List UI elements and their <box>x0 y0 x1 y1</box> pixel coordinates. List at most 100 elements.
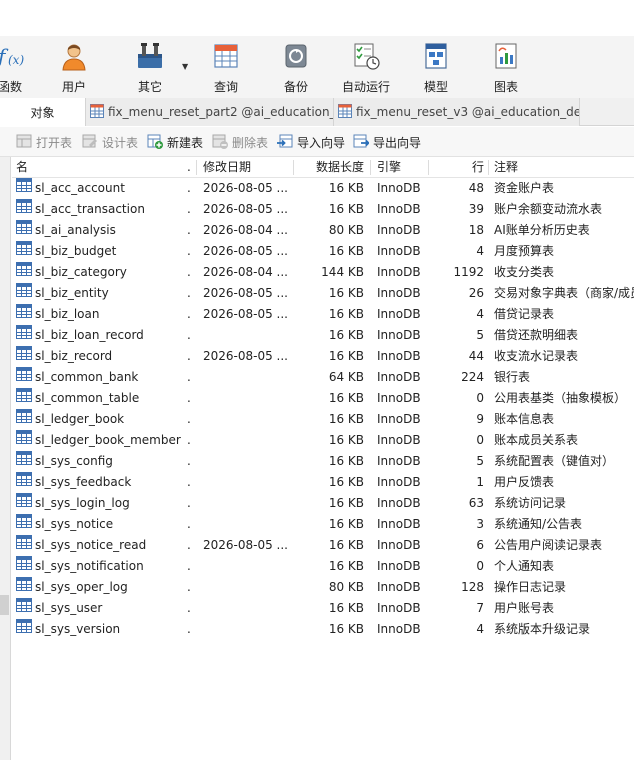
table-modified-cell <box>203 451 293 472</box>
table-row[interactable]: sl_sys_config . 16 KB InnoDB 5 系统配置表（键值对… <box>12 451 634 472</box>
table-rows-cell: 0 <box>476 559 484 573</box>
table-name: sl_common_bank <box>35 370 139 384</box>
table-row[interactable]: sl_biz_budget . 2026-08-05 ... 16 KB Inn… <box>12 241 634 262</box>
automation-button[interactable]: 自动运行 <box>336 40 396 96</box>
table-engine-cell: InnoDB <box>377 202 421 216</box>
export-wizard-button[interactable]: 导出向导 <box>353 133 421 151</box>
table-name: sl_acc_account <box>35 181 125 195</box>
table-row[interactable]: sl_sys_version . 16 KB InnoDB 4 系统版本升级记录 <box>12 619 634 640</box>
tab-query-v3[interactable]: fix_menu_reset_v3 @ai_education_de... <box>334 98 580 126</box>
table-name: sl_sys_notification <box>35 559 144 573</box>
export-icon <box>353 133 370 152</box>
table-name-cell: sl_biz_entity <box>16 283 188 304</box>
column-header-comment[interactable]: 注释 <box>494 157 518 178</box>
column-header-name[interactable]: 名 <box>16 157 28 178</box>
function-icon: f(x) <box>0 40 26 72</box>
backup-label: 备份 <box>283 80 308 94</box>
tab-objects-label: 对象 <box>30 105 55 120</box>
model-icon <box>420 40 452 72</box>
table-row[interactable]: sl_sys_notification . 16 KB InnoDB 0 个人通… <box>12 556 634 577</box>
table-dot-cell: . <box>187 349 191 363</box>
other-button[interactable]: 其它 <box>124 40 176 96</box>
table-dot-cell: . <box>187 496 191 510</box>
left-panel-splitter[interactable] <box>0 157 11 760</box>
table-row[interactable]: sl_acc_account . 2026-08-05 ... 16 KB In… <box>12 178 634 199</box>
table-comment-cell: 收支流水记录表 <box>494 349 579 363</box>
table-size-cell: 16 KB <box>328 601 364 615</box>
table-comment-cell: 收支分类表 <box>494 265 555 279</box>
backup-button[interactable]: 备份 <box>270 40 322 96</box>
table-icon <box>16 178 32 199</box>
tab-query-part2[interactable]: fix_menu_reset_part2 @ai_education_... <box>86 98 334 126</box>
table-icon <box>16 430 32 451</box>
table-row[interactable]: sl_ledger_book . 16 KB InnoDB 9 账本信息表 <box>12 409 634 430</box>
table-comment-cell: 操作日志记录 <box>494 580 567 594</box>
table-dot-cell: . <box>187 265 191 279</box>
table-size-cell: 80 KB <box>328 580 364 594</box>
table-modified-cell <box>203 367 293 388</box>
table-row[interactable]: sl_sys_feedback . 16 KB InnoDB 1 用户反馈表 <box>12 472 634 493</box>
table-row[interactable]: sl_biz_loan_record . 16 KB InnoDB 5 借贷还款… <box>12 325 634 346</box>
table-engine-cell: InnoDB <box>377 265 421 279</box>
import-wizard-button[interactable]: 导入向导 <box>277 133 345 151</box>
table-row[interactable]: sl_biz_entity . 2026-08-05 ... 16 KB Inn… <box>12 283 634 304</box>
table-row[interactable]: sl_sys_login_log . 16 KB InnoDB 63 系统访问记… <box>12 493 634 514</box>
table-modified-cell: 2026-08-04 ... <box>203 223 288 237</box>
table-row[interactable]: sl_ai_analysis . 2026-08-04 ... 80 KB In… <box>12 220 634 241</box>
table-row[interactable]: sl_biz_record . 2026-08-05 ... 16 KB Inn… <box>12 346 634 367</box>
table-name: sl_ledger_book <box>35 412 125 426</box>
table-row[interactable]: sl_sys_notice . 16 KB InnoDB 3 系统通知/公告表 <box>12 514 634 535</box>
table-size-cell: 16 KB <box>328 412 364 426</box>
table-icon <box>16 514 32 535</box>
table-row[interactable]: sl_common_table . 16 KB InnoDB 0 公用表基类（抽… <box>12 388 634 409</box>
table-row[interactable]: sl_acc_transaction . 2026-08-05 ... 16 K… <box>12 199 634 220</box>
import-wizard-label: 导入向导 <box>297 135 346 150</box>
open-table-button[interactable]: 打开表 <box>16 133 72 151</box>
table-row[interactable]: sl_sys_oper_log . 80 KB InnoDB 128 操作日志记… <box>12 577 634 598</box>
table-name-cell: sl_biz_record <box>16 346 188 367</box>
svg-text:(x): (x) <box>8 53 24 67</box>
table-rows-cell: 39 <box>468 202 484 216</box>
user-button[interactable]: 用户 <box>48 40 100 96</box>
table-icon <box>16 325 32 346</box>
other-dropdown-arrow-icon[interactable]: ▼ <box>182 62 188 71</box>
column-divider[interactable] <box>488 160 489 175</box>
column-divider[interactable] <box>428 160 429 175</box>
column-divider[interactable] <box>370 160 371 175</box>
column-header-rows[interactable]: 行 <box>432 157 484 178</box>
column-header-modified[interactable]: 修改日期 <box>203 157 251 178</box>
table-modified-cell: 2026-08-05 ... <box>203 349 288 363</box>
delete-table-button[interactable]: 删除表 <box>212 133 268 151</box>
column-header-engine[interactable]: 引擎 <box>377 157 401 178</box>
table-dot-cell: . <box>187 412 191 426</box>
table-dot-cell: . <box>187 370 191 384</box>
table-list-header: 名 . 修改日期 数据长度 引擎 行 注释 <box>12 157 634 178</box>
chart-button[interactable]: 图表 <box>480 40 532 96</box>
column-divider[interactable] <box>196 160 197 175</box>
table-comment-cell: 账本成员关系表 <box>494 433 579 447</box>
chart-icon <box>490 40 522 72</box>
tab-bar: 对象 fix_menu_reset_part2 @ai_education_..… <box>0 98 634 126</box>
user-label: 用户 <box>61 80 86 94</box>
table-name-cell: sl_sys_notice <box>16 514 188 535</box>
table-dot-cell: . <box>187 433 191 447</box>
table-icon <box>16 577 32 598</box>
table-row[interactable]: sl_sys_notice_read . 2026-08-05 ... 16 K… <box>12 535 634 556</box>
table-engine-cell: InnoDB <box>377 244 421 258</box>
column-header-size[interactable]: 数据长度 <box>292 157 364 178</box>
model-button[interactable]: 模型 <box>410 40 462 96</box>
table-row[interactable]: sl_ledger_book_member . 16 KB InnoDB 0 账… <box>12 430 634 451</box>
table-row[interactable]: sl_sys_user . 16 KB InnoDB 7 用户账号表 <box>12 598 634 619</box>
table-row[interactable]: sl_biz_loan . 2026-08-05 ... 16 KB InnoD… <box>12 304 634 325</box>
query-button[interactable]: 查询 <box>200 40 252 96</box>
design-table-button[interactable]: 设计表 <box>82 133 138 151</box>
tab-objects[interactable]: 对象 <box>0 98 86 126</box>
table-rows-cell: 4 <box>476 244 484 258</box>
table-name-cell: sl_sys_feedback <box>16 472 188 493</box>
new-table-button[interactable]: 新建表 <box>147 133 203 151</box>
table-row[interactable]: sl_common_bank . 64 KB InnoDB 224 银行表 <box>12 367 634 388</box>
splitter-handle[interactable] <box>0 595 9 615</box>
table-row[interactable]: sl_biz_category . 2026-08-04 ... 144 KB … <box>12 262 634 283</box>
table-rows-cell: 224 <box>461 370 484 384</box>
function-button[interactable]: f(x) 函数 <box>0 40 36 96</box>
